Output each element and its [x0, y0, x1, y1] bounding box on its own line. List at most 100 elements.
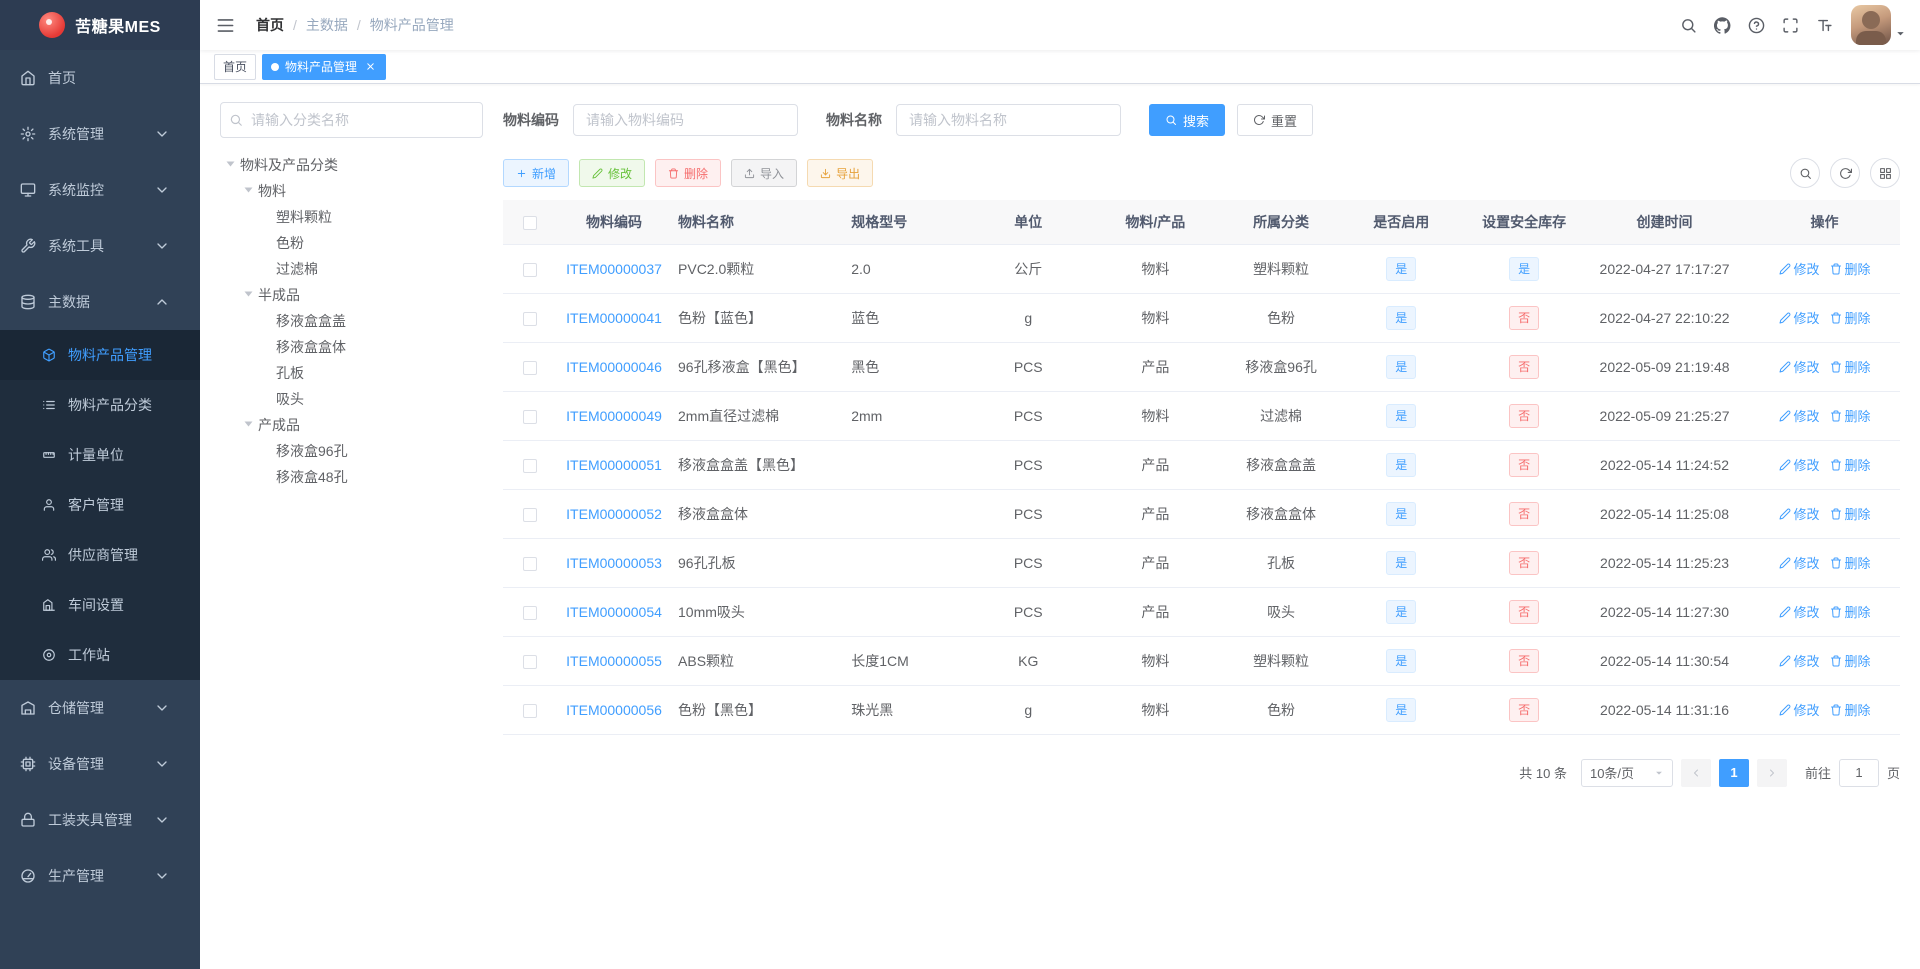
tree-node[interactable]: 过滤棉 — [220, 256, 483, 282]
import-button[interactable]: 导入 — [731, 159, 798, 187]
material-code-link[interactable]: ITEM00000051 — [566, 457, 662, 473]
tree-node[interactable]: 半成品 — [220, 282, 483, 308]
row-checkbox[interactable] — [522, 605, 537, 620]
material-code-link[interactable]: ITEM00000055 — [566, 653, 662, 669]
next-page-button[interactable] — [1756, 758, 1787, 787]
sidebar-subitem-customer-management[interactable]: 客户管理 — [0, 480, 200, 530]
goto-page-input[interactable] — [1838, 758, 1879, 787]
material-code-link[interactable]: ITEM00000041 — [566, 310, 662, 326]
tree-node[interactable]: 物料 — [220, 178, 483, 204]
tree-node[interactable]: 孔板 — [220, 360, 483, 386]
sidebar-item-production-management[interactable]: 生产管理 — [0, 848, 200, 904]
row-checkbox[interactable] — [522, 262, 537, 277]
sidebar-item-master-data[interactable]: 主数据 — [0, 274, 200, 330]
sidebar-subitem-material-product-category[interactable]: 物料产品分类 — [0, 380, 200, 430]
tree-node[interactable]: 移液盒96孔 — [220, 438, 483, 464]
breadcrumb-item-home[interactable]: 首页 — [256, 15, 284, 35]
row-delete-link[interactable]: 删除 — [1830, 651, 1871, 670]
row-edit-link[interactable]: 修改 — [1779, 259, 1820, 278]
material-name-input[interactable] — [896, 104, 1121, 136]
tree-node[interactable]: 吸头 — [220, 386, 483, 412]
tree-node[interactable]: 色粉 — [220, 230, 483, 256]
category-search-input[interactable] — [220, 102, 483, 138]
row-delete-link[interactable]: 删除 — [1830, 553, 1871, 572]
sidebar-subitem-supplier-management[interactable]: 供应商管理 — [0, 530, 200, 580]
fullscreen-button[interactable] — [1773, 0, 1807, 50]
material-code-link[interactable]: ITEM00000054 — [566, 604, 662, 620]
row-delete-link[interactable]: 删除 — [1830, 308, 1871, 327]
tree-node[interactable]: 产成品 — [220, 412, 483, 438]
refresh-button[interactable] — [1830, 158, 1860, 188]
row-edit-link[interactable]: 修改 — [1779, 553, 1820, 572]
row-edit-link[interactable]: 修改 — [1779, 455, 1820, 474]
toggle-search-button[interactable] — [1790, 158, 1820, 188]
row-checkbox[interactable] — [522, 311, 537, 326]
tree-caret-icon[interactable] — [238, 282, 258, 308]
row-delete-link[interactable]: 删除 — [1830, 357, 1871, 376]
sidebar-item-equipment-management[interactable]: 设备管理 — [0, 736, 200, 792]
row-delete-link[interactable]: 删除 — [1830, 700, 1871, 719]
search-button[interactable]: 搜索 — [1149, 104, 1226, 136]
material-code-link[interactable]: ITEM00000053 — [566, 555, 662, 571]
row-checkbox[interactable] — [522, 556, 537, 571]
user-menu-caret-icon[interactable] — [1895, 28, 1906, 39]
add-button[interactable]: 新增 — [503, 159, 570, 187]
row-checkbox[interactable] — [522, 360, 537, 375]
row-edit-link[interactable]: 修改 — [1779, 700, 1820, 719]
tree-node[interactable]: 塑料颗粒 — [220, 204, 483, 230]
row-checkbox[interactable] — [522, 458, 537, 473]
delete-button[interactable]: 删除 — [655, 159, 722, 187]
tree-caret-icon[interactable] — [238, 412, 258, 438]
material-code-input[interactable] — [573, 104, 798, 136]
row-checkbox[interactable] — [522, 409, 537, 424]
sidebar-subitem-workstation[interactable]: 工作站 — [0, 630, 200, 680]
tree-caret-icon[interactable] — [220, 152, 240, 178]
header-search-button[interactable] — [1671, 0, 1705, 50]
row-checkbox[interactable] — [522, 654, 537, 669]
avatar[interactable] — [1851, 5, 1891, 45]
sidebar-subitem-measure-unit[interactable]: 计量单位 — [0, 430, 200, 480]
row-edit-link[interactable]: 修改 — [1779, 504, 1820, 523]
tree-caret-icon[interactable] — [238, 178, 258, 204]
sidebar-subitem-material-product-management[interactable]: 物料产品管理 — [0, 330, 200, 380]
row-delete-link[interactable]: 删除 — [1830, 602, 1871, 621]
row-edit-link[interactable]: 修改 — [1779, 406, 1820, 425]
export-button[interactable]: 导出 — [807, 159, 874, 187]
row-edit-link[interactable]: 修改 — [1779, 357, 1820, 376]
row-edit-link[interactable]: 修改 — [1779, 308, 1820, 327]
sidebar-toggle-button[interactable] — [200, 0, 250, 50]
sidebar-item-fixture-management[interactable]: 工装夹具管理 — [0, 792, 200, 848]
sidebar-item-system-monitor[interactable]: 系统监控 — [0, 162, 200, 218]
column-settings-button[interactable] — [1870, 158, 1900, 188]
sidebar-item-system-management[interactable]: 系统管理 — [0, 106, 200, 162]
page-size-select[interactable]: 10条/页 — [1580, 758, 1673, 787]
help-button[interactable] — [1739, 0, 1773, 50]
row-edit-link[interactable]: 修改 — [1779, 651, 1820, 670]
prev-page-button[interactable] — [1680, 758, 1711, 787]
material-code-link[interactable]: ITEM00000049 — [566, 408, 662, 424]
row-delete-link[interactable]: 删除 — [1830, 504, 1871, 523]
material-code-link[interactable]: ITEM00000037 — [566, 261, 662, 277]
select-all-checkbox[interactable] — [522, 215, 537, 230]
material-code-link[interactable]: ITEM00000046 — [566, 359, 662, 375]
material-code-link[interactable]: ITEM00000056 — [566, 702, 662, 718]
sidebar-subitem-workshop-settings[interactable]: 车间设置 — [0, 580, 200, 630]
font-size-button[interactable] — [1807, 0, 1841, 50]
row-delete-link[interactable]: 删除 — [1830, 259, 1871, 278]
tree-node[interactable]: 移液盒盒盖 — [220, 308, 483, 334]
row-checkbox[interactable] — [522, 507, 537, 522]
material-code-link[interactable]: ITEM00000052 — [566, 506, 662, 522]
row-delete-link[interactable]: 删除 — [1830, 455, 1871, 474]
tree-node[interactable]: 移液盒48孔 — [220, 464, 483, 490]
row-edit-link[interactable]: 修改 — [1779, 602, 1820, 621]
row-checkbox[interactable] — [522, 703, 537, 718]
reset-button[interactable]: 重置 — [1237, 104, 1314, 136]
close-icon[interactable] — [363, 60, 377, 74]
github-link[interactable] — [1705, 0, 1739, 50]
sidebar-item-warehouse-management[interactable]: 仓储管理 — [0, 680, 200, 736]
tab-home[interactable]: 首页 — [214, 53, 257, 80]
tab-material-product-management[interactable]: 物料产品管理 — [262, 53, 387, 80]
row-delete-link[interactable]: 删除 — [1830, 406, 1871, 425]
current-page-button[interactable]: 1 — [1718, 758, 1749, 787]
sidebar-item-system-tools[interactable]: 系统工具 — [0, 218, 200, 274]
